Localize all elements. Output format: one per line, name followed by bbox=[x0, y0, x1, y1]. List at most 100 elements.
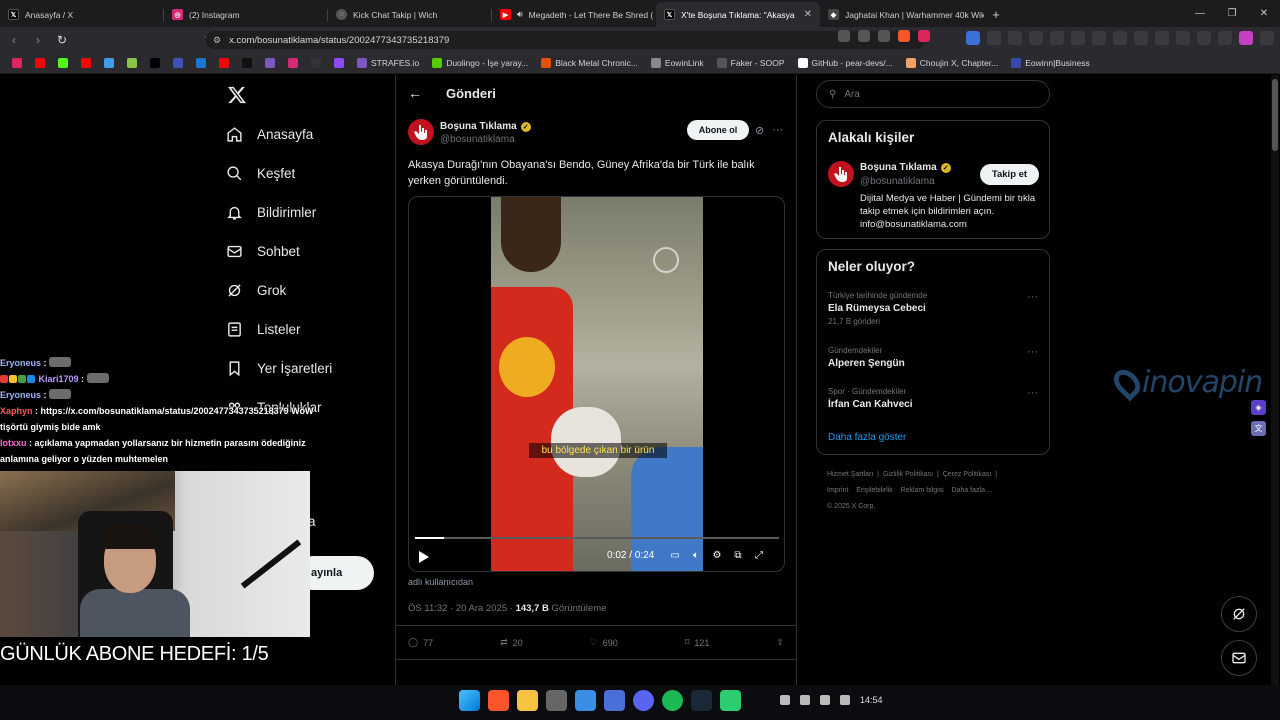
brave-rewards-icon[interactable] bbox=[918, 30, 930, 42]
volume-icon[interactable]: 🔈︎ bbox=[690, 549, 702, 561]
back-icon[interactable]: ‹ bbox=[4, 30, 24, 50]
bookmark-item[interactable] bbox=[146, 58, 164, 68]
reload-icon[interactable]: ↻ bbox=[52, 30, 72, 50]
fullscreen-icon[interactable]: ⤢ bbox=[753, 549, 765, 561]
bookmark-item[interactable] bbox=[54, 58, 72, 68]
download-icon[interactable] bbox=[1092, 31, 1106, 45]
bookmark-item[interactable] bbox=[100, 58, 118, 68]
photos-icon[interactable] bbox=[575, 690, 596, 711]
more-icon[interactable]: ··· bbox=[1027, 387, 1038, 399]
scrollbar-thumb[interactable] bbox=[1272, 79, 1278, 151]
close-tab-icon[interactable]: ✕ bbox=[804, 9, 812, 20]
like-button[interactable]: ♡ 690 bbox=[590, 637, 618, 648]
bookmark-item[interactable]: Black Metal Chronic... bbox=[537, 58, 642, 68]
tab-home-x[interactable]: 𝕏 Anasayfa / X bbox=[0, 2, 164, 27]
bookmark-item[interactable] bbox=[77, 58, 95, 68]
share-button[interactable]: ⇪ bbox=[776, 637, 784, 648]
extension-icon[interactable] bbox=[1155, 31, 1169, 45]
grok-float-button[interactable] bbox=[1221, 596, 1257, 632]
bookmark-item[interactable]: Choujin X, Chapter... bbox=[902, 58, 1002, 68]
steam-icon[interactable] bbox=[691, 690, 712, 711]
extension-icon[interactable] bbox=[1218, 31, 1232, 45]
bookmark-item[interactable]: STRAFES.io bbox=[353, 58, 423, 68]
footer-link[interactable]: Hizmet Şartları bbox=[827, 471, 873, 478]
bookmark-button[interactable]: ⌑ 121 bbox=[685, 637, 710, 648]
volume-icon[interactable] bbox=[840, 695, 850, 705]
spotify-icon[interactable] bbox=[662, 690, 683, 711]
footer-link[interactable]: Erişilebilirlik bbox=[856, 487, 893, 494]
author-name-row[interactable]: Boşuna Tıklama ✓ bbox=[440, 121, 531, 132]
chevron-up-icon[interactable] bbox=[780, 695, 790, 705]
forward-icon[interactable]: › bbox=[28, 30, 48, 50]
nav-explore[interactable]: Keşfet bbox=[225, 164, 295, 182]
avatar[interactable] bbox=[828, 161, 854, 187]
tab-instagram[interactable]: ◎ (2) Instagram bbox=[164, 2, 328, 27]
file-explorer-icon[interactable] bbox=[517, 690, 538, 711]
person-name-row[interactable]: Boşuna Tıklama ✓ bbox=[860, 162, 951, 173]
bookmark-item[interactable] bbox=[169, 58, 187, 68]
close-window-icon[interactable]: ✕ bbox=[1248, 0, 1280, 27]
nav-lists[interactable]: Listeler bbox=[225, 320, 301, 338]
extension-icon[interactable] bbox=[1029, 31, 1043, 45]
extension-icon[interactable] bbox=[1113, 31, 1127, 45]
show-more-link[interactable]: Daha fazla göster bbox=[828, 432, 906, 443]
url-field[interactable]: ⚙ x.com/bosunatiklama/status/20024773437… bbox=[205, 31, 925, 49]
bookmark-item[interactable]: Eowinn|Business bbox=[1007, 58, 1094, 68]
more-icon[interactable]: ··· bbox=[1027, 346, 1038, 358]
install-icon[interactable] bbox=[838, 30, 850, 42]
search-input[interactable]: ⚲ Ara bbox=[816, 80, 1050, 108]
bookmark-item[interactable] bbox=[215, 58, 233, 68]
extension-icon[interactable] bbox=[1134, 31, 1148, 45]
nav-messages[interactable]: Sohbet bbox=[225, 242, 300, 260]
avatar[interactable] bbox=[408, 119, 434, 145]
minimize-icon[interactable]: — bbox=[1184, 0, 1216, 27]
tab-kick-chat[interactable]: ◌ Kick Chat Takip | Wich bbox=[328, 2, 492, 27]
repost-button[interactable]: ⇄ 20 bbox=[500, 637, 523, 648]
bookmark-item[interactable]: Faker - SOOP bbox=[713, 58, 789, 68]
nav-notifications[interactable]: Bildirimler bbox=[225, 203, 316, 221]
extension-icon[interactable] bbox=[987, 31, 1001, 45]
captions-icon[interactable]: ▭ bbox=[669, 549, 681, 561]
bookmark-item[interactable]: EowinLink bbox=[647, 58, 708, 68]
mic-icon[interactable] bbox=[800, 695, 810, 705]
back-arrow-icon[interactable]: ← bbox=[408, 85, 422, 101]
bookmark-item[interactable] bbox=[261, 58, 279, 68]
x-logo-icon[interactable] bbox=[227, 85, 247, 105]
tool-icon[interactable] bbox=[546, 690, 567, 711]
trend-item[interactable]: Gündemdekiler Alperen Şengün ··· bbox=[828, 346, 1038, 369]
clock[interactable]: 14:54 bbox=[860, 695, 883, 705]
menu-icon[interactable] bbox=[1260, 31, 1274, 45]
extension-icon[interactable] bbox=[1176, 31, 1190, 45]
tab-active-post[interactable]: 𝕏 X'te Boşuna Tıklama: "Akasya ✕ bbox=[656, 2, 820, 27]
leo-ai-icon[interactable] bbox=[1239, 31, 1253, 45]
play-icon[interactable] bbox=[419, 551, 429, 566]
extension-sidebar-icon[interactable]: ◈ bbox=[1251, 400, 1266, 415]
extension-icon[interactable] bbox=[966, 31, 980, 45]
trend-item[interactable]: Türkiye tarihinde gündemde Ela Rümeysa C… bbox=[828, 291, 1038, 326]
follow-button[interactable]: Takip et bbox=[980, 164, 1039, 185]
discord-icon[interactable] bbox=[633, 690, 654, 711]
new-tab-button[interactable]: + bbox=[984, 2, 1008, 27]
grok-icon[interactable]: ⊘ bbox=[755, 124, 764, 137]
vpn-icon[interactable] bbox=[1197, 31, 1211, 45]
nav-home[interactable]: Anasayfa bbox=[225, 125, 313, 143]
bookmark-item[interactable] bbox=[8, 58, 26, 68]
more-icon[interactable]: ··· bbox=[772, 124, 783, 137]
brave-shield-icon[interactable] bbox=[898, 30, 910, 42]
site-info-icon[interactable]: ⚙ bbox=[213, 35, 221, 46]
bookmark-item[interactable] bbox=[192, 58, 210, 68]
windows-start-icon[interactable] bbox=[459, 690, 480, 711]
footer-link[interactable]: Çerez Politikası bbox=[943, 471, 992, 478]
page-scrollbar[interactable] bbox=[1271, 75, 1279, 685]
nav-grok[interactable]: Grok bbox=[225, 281, 286, 299]
footer-link[interactable]: Reklam bilgisi bbox=[901, 487, 944, 494]
reply-button[interactable]: ◯ 77 bbox=[408, 637, 433, 648]
messages-float-button[interactable] bbox=[1221, 640, 1257, 676]
bookmark-item[interactable] bbox=[238, 58, 256, 68]
footer-link[interactable]: Daha fazla ... bbox=[952, 487, 993, 494]
footer-link[interactable]: Gizlilik Politikası bbox=[883, 471, 933, 478]
bookmark-item[interactable] bbox=[307, 58, 325, 68]
network-icon[interactable] bbox=[820, 695, 830, 705]
bookmark-item[interactable] bbox=[284, 58, 302, 68]
bookmark-item[interactable] bbox=[31, 58, 49, 68]
